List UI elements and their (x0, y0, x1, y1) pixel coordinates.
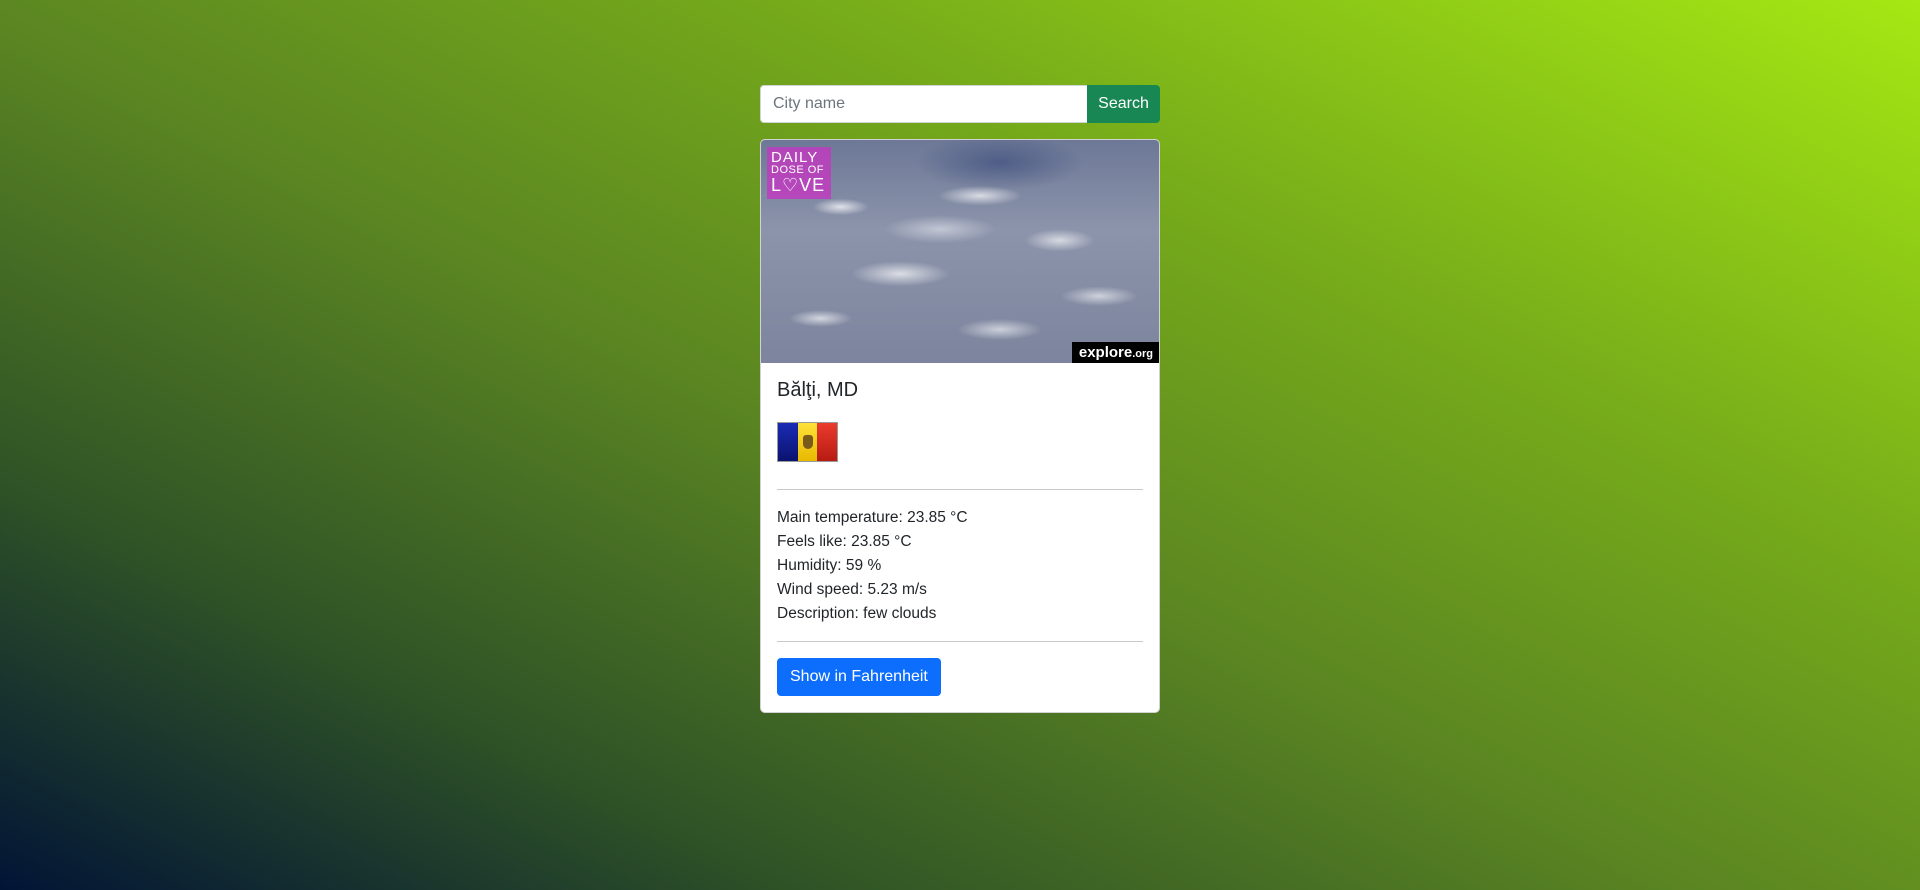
show-fahrenheit-button[interactable]: Show in Fahrenheit (777, 658, 941, 696)
weather-gif-image: DAILY DOSE OF L♡VE explore.org (761, 140, 1159, 363)
flag-yellow-stripe (797, 423, 818, 461)
divider (777, 641, 1143, 642)
search-bar: Search (760, 85, 1160, 123)
city-title: Bălţi, MD (777, 379, 859, 401)
explore-org-watermark: explore.org (1071, 342, 1159, 363)
weather-app: Search DAILY DOSE OF L♡VE explore.org Bă… (760, 85, 1160, 713)
watermark-suffix: .org (1132, 348, 1153, 360)
flag-blue-stripe (778, 423, 798, 461)
main-temperature: Main temperature: 23.85 °C (777, 509, 968, 526)
feels-like: Feels like: 23.85 °C (777, 533, 912, 550)
watermark-text: explore (1078, 344, 1133, 361)
wind-speed: Wind speed: 5.23 m/s (777, 581, 927, 598)
weather-details: Main temperature: 23.85 °C Feels like: 2… (777, 506, 1143, 626)
search-button[interactable]: Search (1087, 85, 1160, 123)
moldova-flag-icon (777, 422, 838, 462)
logo-line-1: DAILY (771, 149, 819, 166)
humidity: Humidity: 59 % (777, 557, 882, 574)
city-search-input[interactable] (760, 85, 1087, 123)
weather-card: DAILY DOSE OF L♡VE explore.org Bălţi, MD… (760, 139, 1160, 713)
flag-red-stripe (817, 423, 838, 461)
card-body: Bălţi, MD Main temperature: 23.85 °C Fee… (761, 363, 1159, 712)
description: Description: few clouds (777, 605, 937, 622)
daily-dose-of-love-logo: DAILY DOSE OF L♡VE (767, 147, 831, 199)
divider (777, 489, 1143, 490)
logo-line-3: L♡VE (771, 175, 826, 195)
